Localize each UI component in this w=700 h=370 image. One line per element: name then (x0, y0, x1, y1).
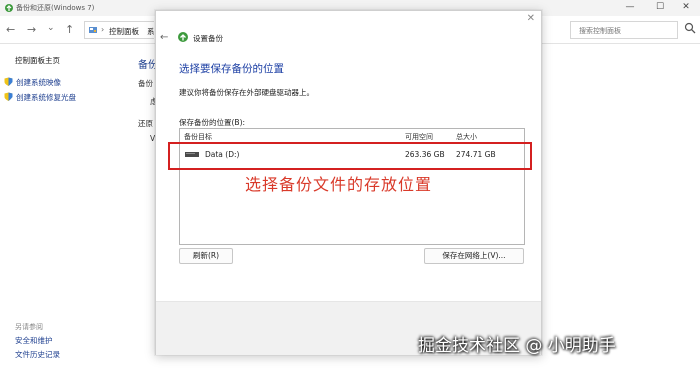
save-on-network-button[interactable]: 保存在网络上(V)... (424, 248, 524, 264)
sidebar: 控制面板主页 创建系统映像 创建系统修复光盘 另请参阅 安全和维护 文件历史记录 (0, 44, 135, 370)
sidebar-item-file-history[interactable]: 文件历史记录 (15, 349, 60, 360)
column-header-destination[interactable]: 备份目标 (184, 132, 212, 142)
backup-icon (178, 32, 188, 42)
sidebar-item-create-repair-disc[interactable]: 创建系统修复光盘 (4, 92, 76, 103)
maximize-button[interactable]: ☐ (646, 0, 674, 16)
highlight-box (168, 142, 532, 170)
breadcrumb-system[interactable]: 系 (147, 26, 155, 37)
sidebar-item-create-system-image[interactable]: 创建系统映像 (4, 77, 61, 88)
sidebar-item-security-maintenance[interactable]: 安全和维护 (15, 335, 53, 346)
backup-app-icon (5, 4, 13, 12)
forward-arrow-icon[interactable]: → (27, 24, 36, 36)
backup-location-label: 保存备份的位置(B): (179, 118, 246, 127)
search-icon[interactable] (684, 22, 696, 34)
see-also-heading: 另请参阅 (15, 323, 43, 331)
breadcrumb-control-panel[interactable]: 控制面板 (109, 26, 139, 37)
shield-icon (4, 92, 13, 101)
window-title: 备份和还原(Windows 7) (16, 4, 95, 12)
dialog-subtitle: 建议你将备份保存在外部硬盘驱动器上。 (179, 88, 314, 97)
sidebar-item-label: 创建系统修复光盘 (16, 93, 76, 102)
control-panel-icon (89, 27, 97, 33)
dialog-heading: 选择要保存备份的位置 (179, 63, 284, 75)
sidebar-item-label: 创建系统映像 (16, 78, 61, 87)
breadcrumb-separator: › (101, 25, 105, 34)
annotation-text: 选择备份文件的存放位置 (245, 175, 433, 194)
search-input[interactable]: 搜索控制面板 (570, 21, 678, 39)
search-placeholder: 搜索控制面板 (579, 27, 621, 35)
shield-icon (4, 77, 13, 86)
dialog-back-arrow-icon[interactable]: ← (160, 32, 168, 43)
column-header-total-size[interactable]: 总大小 (456, 132, 477, 142)
dialog-title: 设置备份 (193, 34, 223, 43)
recent-locations-chevron-icon[interactable]: ⌄ (47, 22, 55, 34)
back-arrow-icon[interactable]: ← (6, 24, 15, 36)
column-header-free-space[interactable]: 可用空间 (405, 132, 433, 142)
watermark: 掘金技术社区 @ 小明助手 (418, 336, 616, 356)
sidebar-control-panel-home[interactable]: 控制面板主页 (15, 55, 60, 66)
restore-section-label: 还原 (138, 119, 153, 128)
backup-section-label: 备份 (138, 79, 153, 88)
breadcrumb[interactable]: › 控制面板 系 (84, 21, 155, 39)
minimize-button[interactable]: — (616, 0, 644, 16)
dialog-close-button[interactable]: ✕ (527, 14, 535, 24)
close-button[interactable]: ✕ (672, 0, 700, 16)
refresh-button[interactable]: 刷新(R) (179, 248, 233, 264)
up-arrow-icon[interactable]: ↑ (65, 24, 74, 36)
